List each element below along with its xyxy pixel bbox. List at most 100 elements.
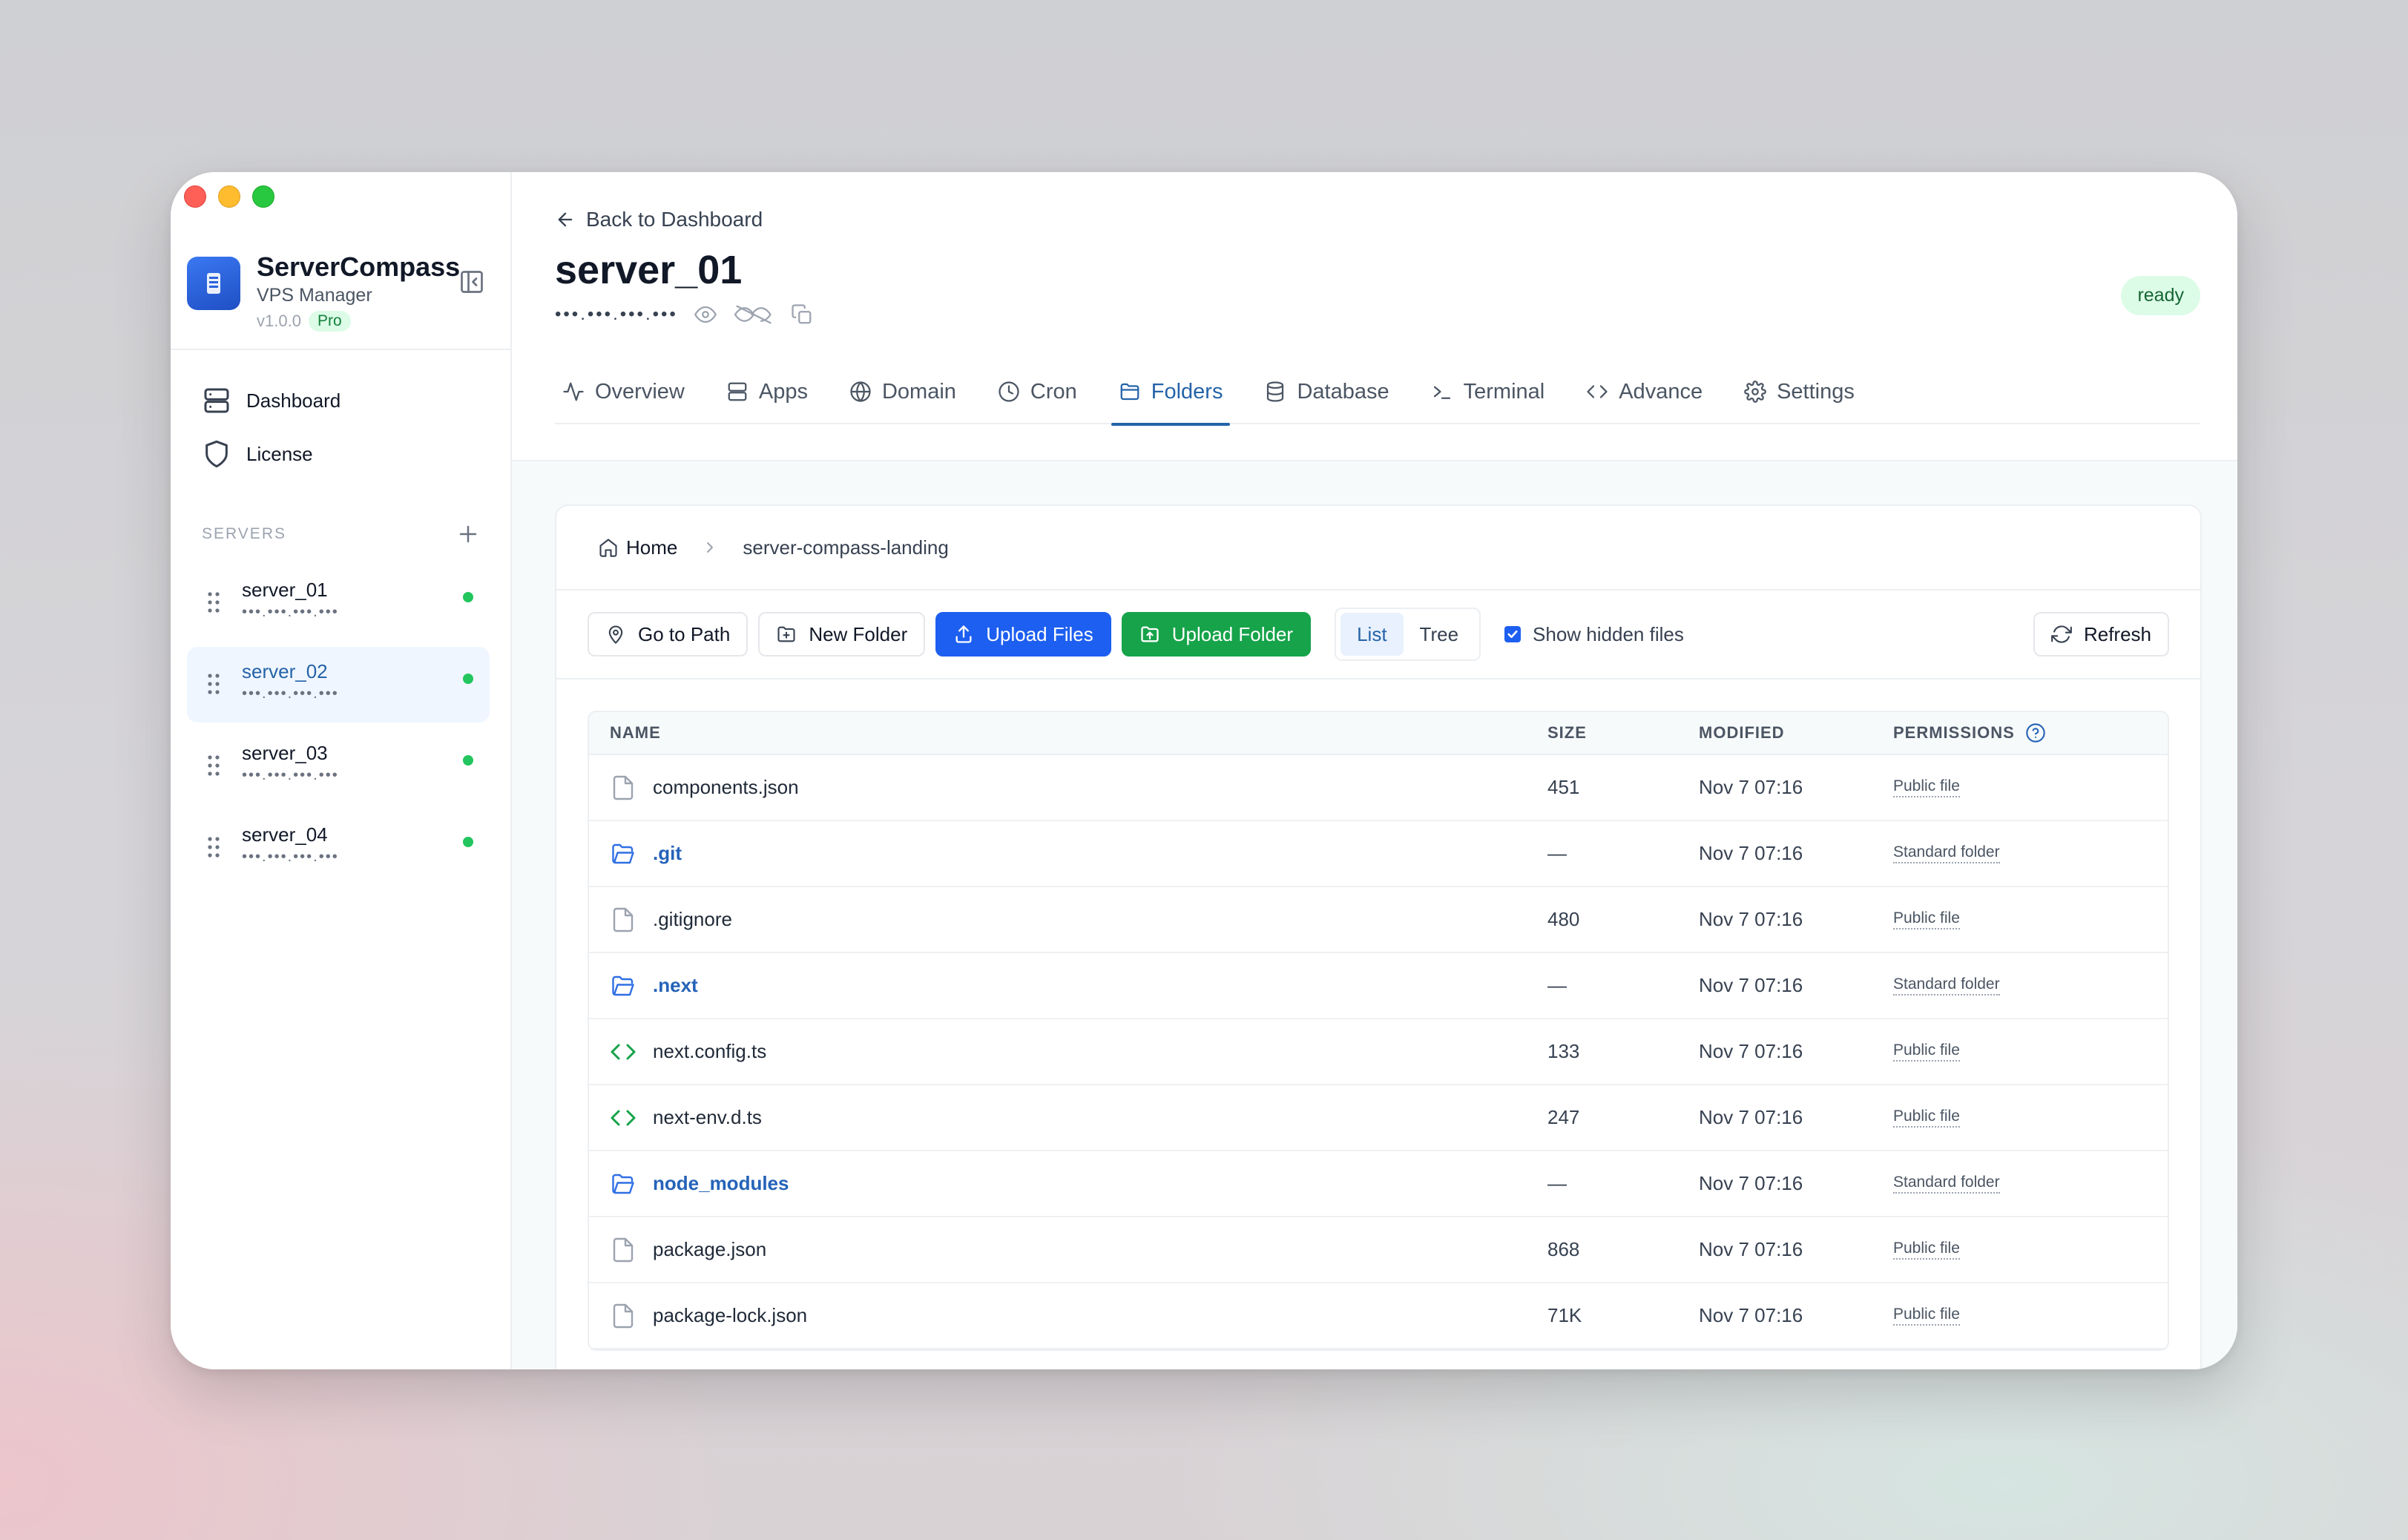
tab-domain-label: Domain [881, 379, 956, 404]
file-icon [610, 906, 636, 933]
file-permissions[interactable]: Public file [1893, 777, 1960, 797]
upload-icon [953, 624, 974, 645]
server-item-server-01[interactable]: server_01 •••.•••.•••.••• [187, 565, 490, 641]
close-window-button[interactable] [184, 185, 206, 208]
file-permissions[interactable]: Public file [1893, 1306, 1960, 1326]
add-server-icon[interactable] [457, 523, 479, 545]
column-name[interactable]: NAME [589, 723, 1547, 743]
tab-cron[interactable]: Cron [990, 359, 1085, 424]
file-permissions[interactable]: Public file [1893, 909, 1960, 929]
file-permissions[interactable]: Standard folder [1893, 975, 2000, 996]
drag-handle-icon[interactable] [206, 590, 221, 614]
column-modified[interactable]: MODIFIED [1699, 723, 1893, 743]
globe-icon [849, 381, 872, 403]
table-row[interactable]: next-env.d.ts 247 Nov 7 07:16 Public fil… [589, 1085, 2168, 1151]
view-list-button[interactable]: List [1340, 613, 1404, 656]
file-icon [610, 774, 636, 801]
refresh-button[interactable]: Refresh [2033, 612, 2169, 657]
view-tree-button[interactable]: Tree [1404, 613, 1476, 656]
eye-icon[interactable] [694, 303, 717, 326]
code-icon [1586, 381, 1608, 403]
breadcrumb-current[interactable]: server-compass-landing [743, 536, 948, 559]
server-ip: •••.•••.•••.••• [242, 849, 339, 865]
folder-name: .git [653, 842, 682, 864]
code-file-icon [610, 1105, 636, 1131]
table-row[interactable]: node_modules — Nov 7 07:16 Standard fold… [589, 1151, 2168, 1217]
drag-handle-icon[interactable] [206, 672, 221, 696]
maximize-window-button[interactable] [252, 185, 274, 208]
main-nav: Dashboard License [171, 350, 510, 481]
file-permissions[interactable]: Public file [1893, 1240, 1960, 1260]
go-to-path-label: Go to Path [638, 622, 731, 645]
server-item-server-04[interactable]: server_04 •••.•••.•••.••• [187, 810, 490, 886]
breadcrumb-home[interactable]: Home [598, 536, 677, 559]
tab-overview[interactable]: Overview [555, 359, 692, 424]
file-name: next.config.ts [653, 1040, 767, 1062]
show-hidden-label: Show hidden files [1533, 622, 1684, 645]
file-permissions[interactable]: Standard folder [1893, 843, 2000, 863]
upload-folder-button[interactable]: Upload Folder [1121, 612, 1312, 657]
file-permissions[interactable]: Standard folder [1893, 1174, 2000, 1194]
tab-apps[interactable]: Apps [719, 359, 815, 424]
status-online-dot [463, 837, 473, 847]
upload-files-button[interactable]: Upload Files [935, 612, 1111, 657]
nav-license[interactable]: License [187, 427, 494, 481]
table-row[interactable]: package.json 868 Nov 7 07:16 Public file [589, 1217, 2168, 1283]
tab-advance[interactable]: Advance [1579, 359, 1710, 424]
tab-domain[interactable]: Domain [842, 359, 964, 424]
status-online-dot [463, 674, 473, 684]
back-to-dashboard-link[interactable]: Back to Dashboard [555, 205, 2200, 234]
nav-license-label: License [246, 442, 313, 465]
status-online-dot [463, 755, 473, 766]
folder-upload-icon [1139, 624, 1160, 645]
servers-header: SERVERS [171, 519, 510, 549]
table-row[interactable]: package-lock.json 71K Nov 7 07:16 Public… [589, 1283, 2168, 1349]
server-name: server_03 [242, 742, 328, 764]
server-list: server_01 •••.•••.•••.••• server_02 •••.… [171, 549, 510, 886]
table-row[interactable]: .next — Nov 7 07:16 Standard folder [589, 953, 2168, 1019]
file-permissions[interactable]: Public file [1893, 1108, 1960, 1128]
file-permissions[interactable]: Public file [1893, 1042, 1960, 1062]
go-to-path-button[interactable]: Go to Path [588, 612, 749, 657]
collapse-sidebar-icon[interactable] [458, 269, 485, 295]
server-ip: •••.•••.•••.••• [242, 685, 339, 702]
hide-all-eye-off-icon[interactable] [733, 303, 774, 326]
folders-content: Home server-compass-landing Go to Path N… [512, 461, 2237, 1369]
server-item-server-03[interactable]: server_03 •••.•••.•••.••• [187, 728, 490, 804]
server-item-server-02[interactable]: server_02 •••.•••.•••.••• [187, 647, 490, 723]
drag-handle-icon[interactable] [206, 754, 221, 777]
column-size[interactable]: SIZE [1547, 723, 1699, 743]
tab-folders[interactable]: Folders [1111, 359, 1231, 426]
file-browser-panel: Home server-compass-landing Go to Path N… [555, 504, 2202, 1369]
plan-badge: Pro [308, 311, 351, 332]
sidebar: ServerCompass VPS Manager v1.0.0 Pro Das… [171, 172, 512, 1369]
file-modified: Nov 7 07:16 [1699, 1172, 1803, 1194]
file-size: 451 [1547, 776, 1580, 798]
folder-name: .next [653, 974, 698, 996]
table-row[interactable]: next.config.ts 133 Nov 7 07:16 Public fi… [589, 1019, 2168, 1085]
file-modified: Nov 7 07:16 [1699, 776, 1803, 798]
table-row[interactable]: .git — Nov 7 07:16 Standard folder [589, 821, 2168, 887]
table-row[interactable]: .gitignore 480 Nov 7 07:16 Public file [589, 887, 2168, 953]
folder-icon [1119, 381, 1141, 403]
file-name: components.json [653, 776, 799, 798]
copy-icon[interactable] [791, 303, 813, 326]
tab-settings[interactable]: Settings [1737, 359, 1862, 424]
table-row[interactable]: components.json 451 Nov 7 07:16 Public f… [589, 755, 2168, 821]
show-hidden-files-checkbox[interactable]: Show hidden files [1504, 623, 1684, 646]
app-subtitle: VPS Manager [257, 285, 372, 306]
gear-icon [1744, 381, 1766, 403]
nav-dashboard[interactable]: Dashboard [187, 374, 494, 427]
file-modified: Nov 7 07:16 [1699, 1238, 1803, 1260]
drag-handle-icon[interactable] [206, 835, 221, 859]
minimize-window-button[interactable] [218, 185, 240, 208]
app-logo [187, 257, 240, 310]
help-circle-icon[interactable] [2025, 723, 2046, 743]
column-permissions-label: PERMISSIONS [1893, 723, 2015, 742]
tab-terminal[interactable]: Terminal [1424, 359, 1553, 424]
tab-database[interactable]: Database [1257, 359, 1396, 424]
file-name: package.json [653, 1238, 767, 1260]
checkbox-checked-icon[interactable] [1504, 626, 1522, 642]
tab-database-label: Database [1297, 379, 1389, 404]
new-folder-button[interactable]: New Folder [758, 612, 926, 657]
